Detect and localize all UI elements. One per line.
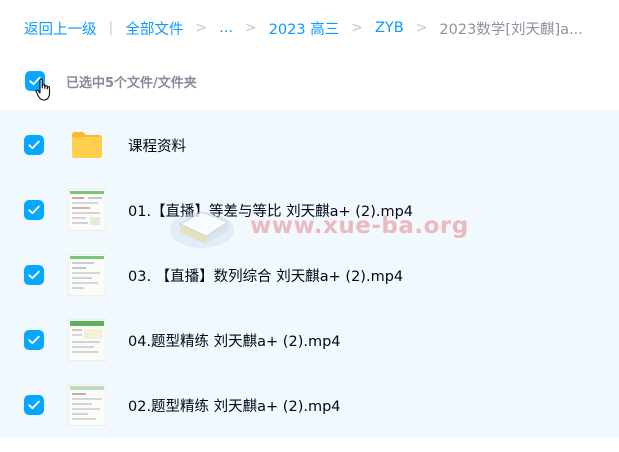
item-checkbox[interactable]: [24, 330, 44, 350]
selection-count-text: 已选中5个文件/文件夹: [66, 75, 197, 91]
watermark-text: www.xue-ba.org: [250, 213, 469, 239]
breadcrumb-separator: >: [244, 20, 257, 36]
breadcrumb-all-files[interactable]: 全部文件: [125, 18, 183, 39]
breadcrumb-divider: |: [108, 20, 114, 36]
list-item[interactable]: 课程资料: [0, 120, 619, 170]
breadcrumb-separator: >: [195, 20, 208, 36]
file-name[interactable]: 课程资料: [128, 135, 186, 156]
file-name[interactable]: 04.题型精练 刘天麒a+ (2).mp4: [128, 330, 341, 351]
check-icon: [28, 400, 40, 410]
check-icon: [28, 270, 40, 280]
list-item[interactable]: 04.题型精练 刘天麒a+ (2).mp4: [0, 315, 619, 365]
folder-icon: [72, 132, 102, 158]
video-thumbnail: [68, 319, 106, 361]
back-link[interactable]: 返回上一级: [24, 18, 97, 39]
video-thumbnail: [68, 384, 106, 426]
item-checkbox[interactable]: [24, 200, 44, 220]
item-checkbox[interactable]: [24, 265, 44, 285]
video-thumbnail: [68, 189, 106, 231]
check-icon: [28, 205, 40, 215]
selection-bar: 已选中5个文件/文件夹: [0, 58, 619, 104]
watermark-logo-icon: [170, 211, 234, 248]
file-name[interactable]: 03. 【直播】数列综合 刘天麒a+ (2).mp4: [128, 265, 403, 286]
breadcrumb-ellipsis[interactable]: ...: [219, 20, 233, 36]
list-item[interactable]: 03. 【直播】数列综合 刘天麒a+ (2).mp4: [0, 250, 619, 300]
breadcrumb-separator: >: [351, 20, 363, 36]
item-checkbox[interactable]: [24, 395, 44, 415]
file-list: 课程资料 01.【直播】等差与等比 刘天麒a+ (2).mp4 03. 【直播】…: [0, 110, 619, 438]
breadcrumb-level2[interactable]: ZYB: [375, 20, 404, 36]
breadcrumb-level1[interactable]: 2023 高三: [269, 18, 340, 39]
breadcrumb-separator: >: [415, 20, 428, 36]
file-name[interactable]: 02.题型精练 刘天麒a+ (2).mp4: [128, 395, 341, 416]
list-item[interactable]: 02.题型精练 刘天麒a+ (2).mp4: [0, 380, 619, 430]
check-icon: [28, 140, 40, 150]
check-icon: [28, 335, 40, 345]
breadcrumb-current: 2023数学[刘天麒]a...: [439, 21, 583, 38]
breadcrumb: 返回上一级 | 全部文件 > ... > 2023 高三 > ZYB > 202…: [0, 0, 619, 56]
video-thumbnail: [68, 254, 106, 296]
hand-cursor-icon: [35, 78, 51, 101]
item-checkbox[interactable]: [24, 135, 44, 155]
